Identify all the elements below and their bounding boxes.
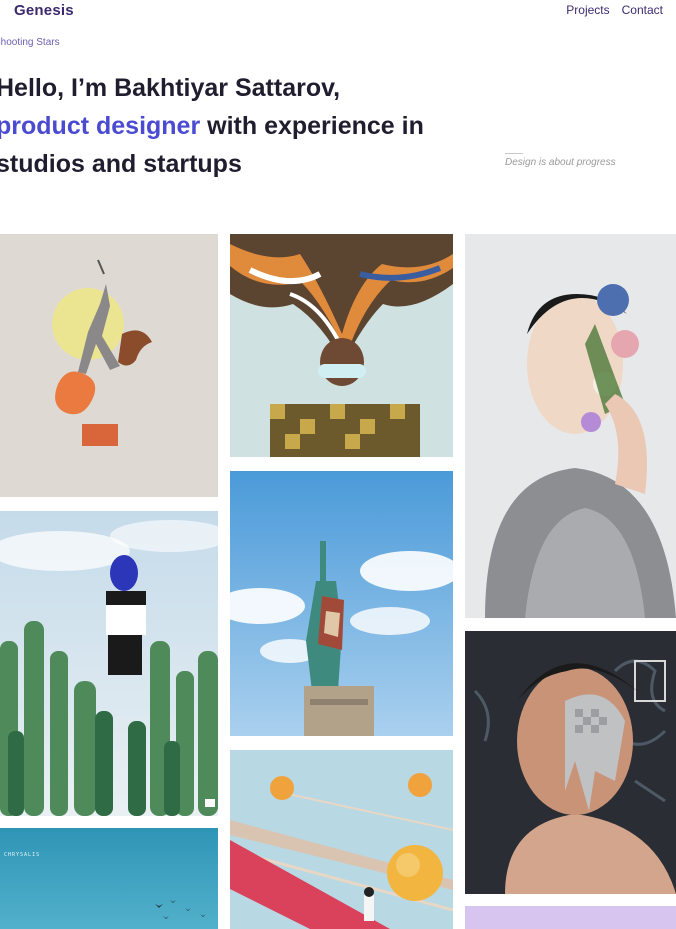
- gallery-tile-flower-face[interactable]: [465, 234, 676, 618]
- gallery-tile-lavender[interactable]: [465, 906, 676, 929]
- tagline-block: Design is about progress: [505, 153, 616, 168]
- hero-line-2-rest: with experience in: [200, 112, 424, 140]
- statue-of-liberty-image: [230, 471, 453, 736]
- nav-contact[interactable]: Contact: [622, 3, 663, 17]
- graffiti-mask-image: [465, 631, 676, 894]
- brand-logo[interactable]: Genesis: [14, 2, 74, 19]
- cactus-balloon-image: [0, 511, 218, 816]
- gallery-tile-teal-sky[interactable]: CHRYSALIS: [0, 828, 218, 929]
- breadcrumb[interactable]: Shooting Stars: [0, 37, 60, 48]
- teal-tile-caption: CHRYSALIS: [4, 852, 41, 858]
- gallery-tile-exploding-head[interactable]: [230, 234, 453, 457]
- teal-sky-image: [0, 828, 218, 929]
- hero-accent: product designer: [0, 112, 201, 140]
- tagline-divider: [505, 153, 523, 154]
- exploding-head-image: [230, 234, 453, 457]
- gallery-tile-red-carpet[interactable]: [230, 750, 453, 929]
- gallery-tile-graffiti-mask[interactable]: [465, 631, 676, 894]
- gallery-tile-cactus-balloon[interactable]: [0, 511, 218, 816]
- gallery-tile-statue-of-liberty[interactable]: [230, 471, 453, 736]
- top-nav: Projects Contact: [566, 3, 663, 17]
- dancer-collage-image: [0, 234, 218, 497]
- nav-projects[interactable]: Projects: [566, 3, 609, 17]
- tagline: Design is about progress: [505, 157, 616, 168]
- hero-heading: Hello, I’m Bakhtiyar Sattarov, product d…: [0, 69, 466, 183]
- red-carpet-image: [230, 750, 453, 929]
- flower-face-image: [465, 234, 676, 618]
- gallery-tile-dancer-collage[interactable]: [0, 234, 218, 497]
- hero-line-3: studios and startups: [0, 150, 242, 178]
- hero-line-1: Hello, I’m Bakhtiyar Sattarov,: [0, 74, 341, 102]
